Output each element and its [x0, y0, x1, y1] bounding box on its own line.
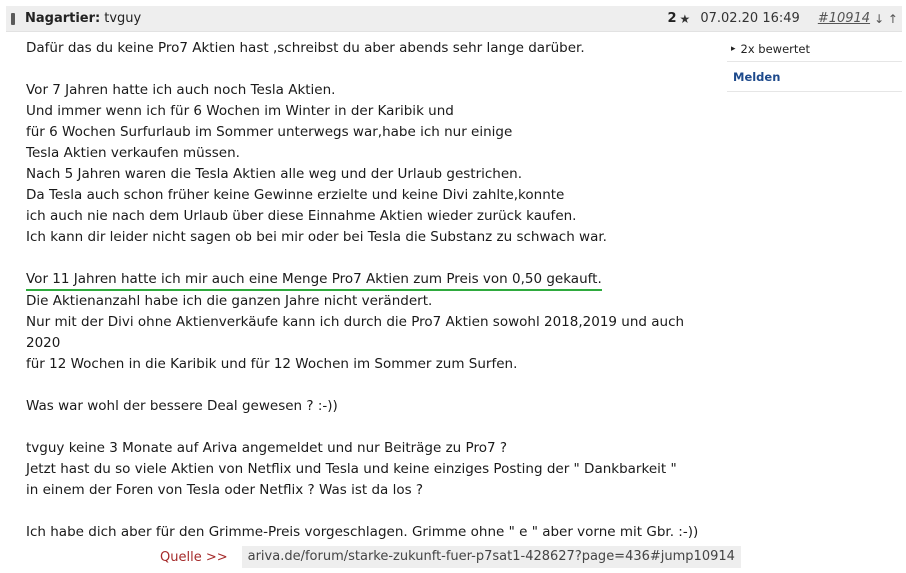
- post-text-line: Vor 11 Jahren hatte ich mir auch eine Me…: [26, 269, 706, 291]
- triangle-right-icon: ▸: [731, 43, 736, 54]
- sort-arrows-icon[interactable]: ↓ ↑: [874, 12, 898, 26]
- post-text-line: Da Tesla auch schon früher keine Gewinne…: [26, 187, 565, 203]
- post-header: Nagartier: tvguy 2 ★ 07.02.20 16:49 #109…: [6, 6, 902, 32]
- post-text-line: 2020: [26, 335, 61, 351]
- post-text-line: Die Aktienanzahl habe ich die ganzen Jah…: [26, 293, 433, 309]
- post-text-line: Ich habe dich aber für den Grimme-Preis …: [26, 524, 699, 540]
- post-author: Nagartier: tvguy: [6, 11, 668, 26]
- post-text-line: Tesla Aktien verkaufen müssen.: [26, 145, 240, 161]
- post-text-line: tvguy keine 3 Monate auf Ariva angemelde…: [26, 440, 507, 456]
- post-meta: 2 ★ 07.02.20 16:49: [668, 11, 800, 26]
- report-link[interactable]: Melden: [727, 62, 902, 92]
- post-text-line: in einem der Foren von Tesla oder Netfli…: [26, 482, 424, 498]
- post-text-line: Nur mit der Divi ohne Aktienverkäufe kan…: [26, 314, 685, 330]
- post-text-line: Vor 7 Jahren hatte ich auch noch Tesla A…: [26, 82, 336, 98]
- side-panel: ▸ 2x bewertet Melden: [727, 36, 902, 92]
- post-text-line: Und immer wenn ich für 6 Wochen im Winte…: [26, 103, 454, 119]
- post-text-line: Ich kann dir leider nicht sagen ob bei m…: [26, 229, 607, 245]
- post-body: Dafür das du keine Pro7 Aktien hast ,sch…: [26, 38, 706, 543]
- post-text-line: Jetzt hast du so viele Aktien von Netfli…: [26, 461, 677, 477]
- post-number-link[interactable]: #10914: [818, 11, 870, 26]
- post-text-line: für 6 Wochen Surfurlaub im Sommer unterw…: [26, 124, 513, 140]
- nick-label: Nagartier:: [25, 11, 101, 26]
- author-name[interactable]: tvguy: [104, 11, 141, 26]
- source-url-link[interactable]: ariva.de/forum/starke-zukunft-fuer-p7sat…: [241, 546, 741, 568]
- post-date: 07.02.20 16:49: [700, 11, 800, 26]
- post-nav: #10914 ↓ ↑: [818, 11, 898, 26]
- post-text-line: für 12 Wochen in die Karibik und für 12 …: [26, 356, 518, 372]
- highlighted-text: Vor 11 Jahren hatte ich mir auch eine Me…: [26, 270, 602, 291]
- rating-count: 2: [667, 11, 677, 26]
- source-label: Quelle >>: [160, 549, 228, 565]
- rated-toggle[interactable]: ▸ 2x bewertet: [727, 36, 902, 62]
- post-text-line: Nach 5 Jahren waren die Tesla Aktien all…: [26, 166, 523, 182]
- rated-label: 2x bewertet: [740, 41, 810, 56]
- user-bar-icon: [10, 12, 17, 26]
- source-bar: Quelle >> ariva.de/forum/starke-zukunft-…: [160, 546, 741, 568]
- post-text-line: Was war wohl der bessere Deal gewesen ? …: [26, 398, 338, 414]
- star-icon: ★: [679, 11, 691, 26]
- post-text-line: ich auch nie nach dem Urlaub über diese …: [26, 208, 577, 224]
- post-text-line: Dafür das du keine Pro7 Aktien hast ,sch…: [26, 40, 585, 56]
